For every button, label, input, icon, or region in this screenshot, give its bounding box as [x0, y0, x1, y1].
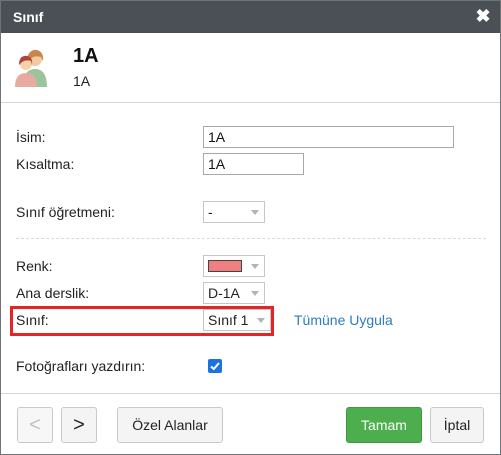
class-teacher-label: Sınıf öğretmeni: [16, 204, 115, 220]
title-bar: Sınıf ✖ [1, 1, 500, 33]
class-level-label: Sınıf: [16, 312, 49, 328]
chevron-down-icon [251, 210, 259, 215]
users-avatar-icon [15, 49, 47, 87]
apply-to-all-link[interactable]: Tümüne Uygula [294, 312, 393, 328]
print-photos-label: Fotoğrafları yazdırın: [16, 358, 146, 374]
color-select[interactable] [203, 255, 265, 277]
chevron-down-icon [251, 264, 259, 269]
class-level-value: Sınıf 1 [208, 312, 249, 328]
section-divider [16, 238, 486, 239]
color-swatch [208, 260, 242, 272]
ok-button[interactable]: Tamam [346, 407, 422, 443]
main-classroom-label: Ana derslik: [16, 285, 90, 301]
name-label: İsim: [16, 129, 46, 145]
header-subtitle: 1A [73, 73, 91, 89]
checkmark-icon [210, 362, 220, 371]
color-label: Renk: [16, 258, 53, 274]
custom-fields-button[interactable]: Özel Alanlar [117, 407, 223, 443]
close-icon[interactable]: ✖ [474, 6, 492, 26]
class-teacher-value: - [208, 204, 213, 220]
cancel-button[interactable]: İptal [430, 407, 484, 443]
main-classroom-value: D-1A [208, 285, 240, 301]
class-teacher-select[interactable]: - [203, 201, 265, 223]
print-photos-checkbox[interactable] [208, 359, 222, 373]
dialog-title: Sınıf [13, 9, 44, 25]
header-title: 1A [73, 45, 99, 67]
short-name-input[interactable]: 1A [203, 153, 304, 175]
name-input[interactable]: 1A [203, 126, 454, 148]
previous-button[interactable]: < [17, 407, 53, 443]
dialog-header: 1A 1A [1, 33, 500, 103]
short-name-label: Kısaltma: [16, 156, 75, 172]
next-button[interactable]: > [61, 407, 97, 443]
chevron-down-icon [257, 318, 265, 323]
class-level-select[interactable]: Sınıf 1 [203, 309, 271, 331]
dialog-footer: < > Özel Alanlar Tamam İptal [1, 393, 500, 454]
class-dialog: Sınıf ✖ 1A 1A İsim: 1A Kısaltma: 1A Sını… [0, 0, 501, 455]
main-classroom-select[interactable]: D-1A [203, 282, 265, 304]
chevron-down-icon [251, 291, 259, 296]
